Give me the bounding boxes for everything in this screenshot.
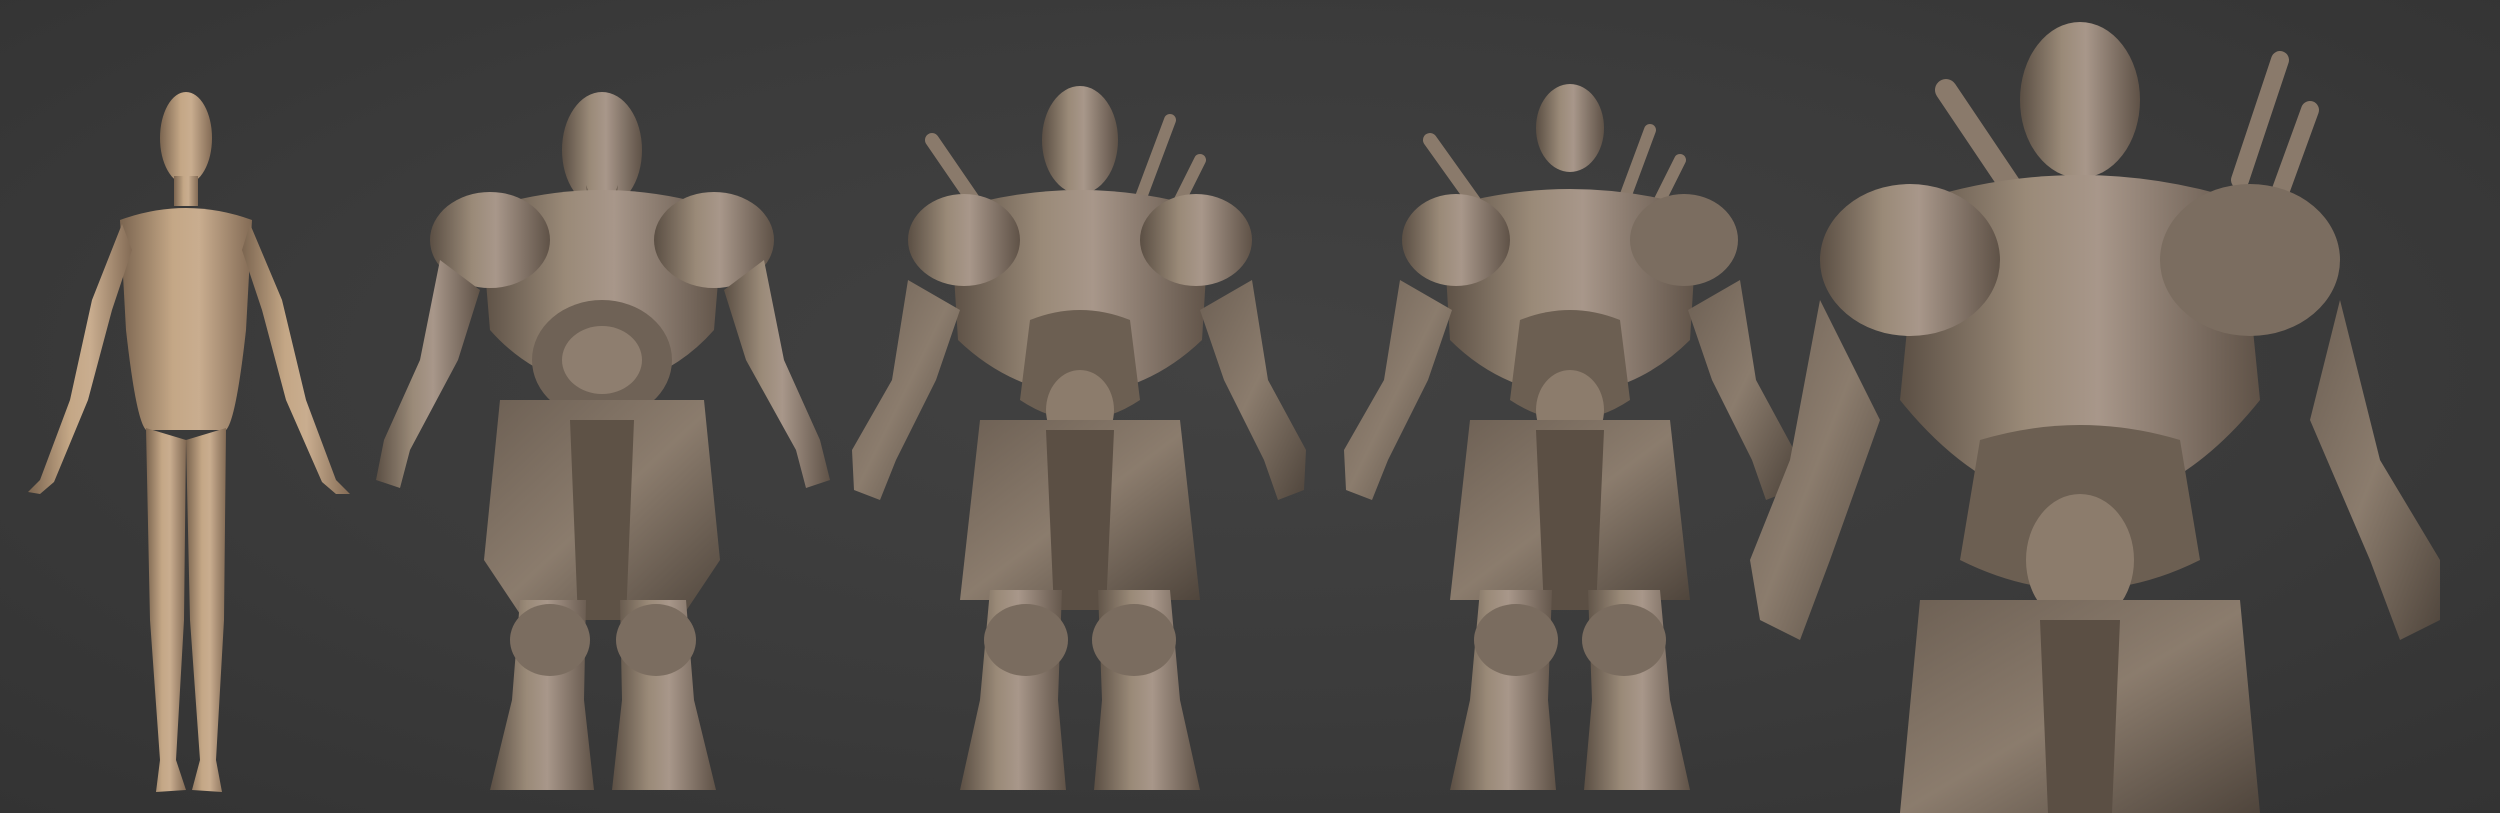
figure-final-closeup-warrior bbox=[1750, 22, 2440, 813]
figure-blockout-orc bbox=[376, 92, 830, 790]
mannequin-body bbox=[28, 92, 350, 792]
sculpt-progression-canvas bbox=[0, 0, 2500, 813]
final-warrior-body bbox=[1750, 22, 2440, 813]
figure-detailed-orc bbox=[852, 86, 1306, 790]
figure-base-mannequin bbox=[28, 92, 350, 792]
figure-refined-warrior bbox=[1344, 84, 1794, 790]
refined-warrior-body bbox=[1344, 84, 1794, 790]
detailed-orc-body bbox=[852, 86, 1306, 790]
orc-blockout-body bbox=[376, 92, 830, 790]
